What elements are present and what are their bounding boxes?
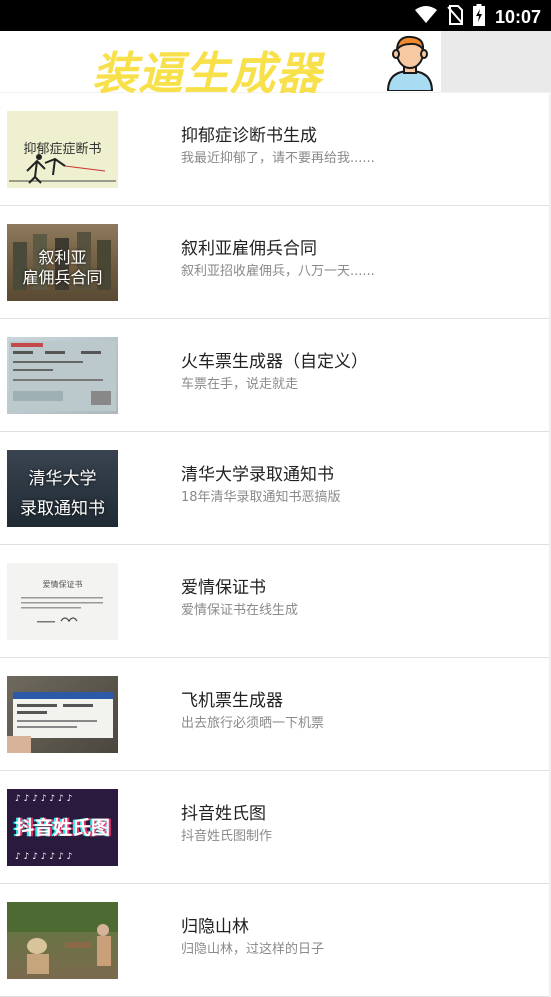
countryside-thumb (7, 902, 118, 979)
wifi-icon (414, 6, 437, 28)
admission-letter-thumb: 清华大学 录取通知书 (7, 450, 118, 527)
list-item-mercenary[interactable]: 叙利亚 雇佣兵合同 叙利亚雇佣兵合同 叙利亚招收雇佣兵，八万一天...... (0, 206, 549, 319)
douyin-thumb: 抖音姓氏图 ♪ ♪ ♪ ♪ ♪ ♪ ♪ ♪ ♪ ♪ ♪ ♪ ♪ ♪ (7, 789, 118, 866)
item-subtitle: 18年清华录取通知书恶搞版 (181, 490, 341, 505)
no-sim-icon (447, 5, 463, 29)
item-title: 叙利亚雇佣兵合同 (181, 239, 317, 259)
item-title: 飞机票生成器 (181, 691, 283, 711)
header-right-panel (441, 31, 551, 92)
thumb-caption-1: 清华大学 (28, 469, 97, 489)
list-item-love-letter[interactable]: 爱情保证书 爱情保证书 爱情保证书在线生成 (0, 545, 549, 658)
thumb-caption-2: 录取通知书 (20, 499, 105, 519)
train-ticket-thumb (7, 337, 118, 414)
soldiers-thumb: 叙利亚 雇佣兵合同 (7, 224, 118, 301)
svg-text:♪ ♪ ♪ ♪ ♪ ♪ ♪: ♪ ♪ ♪ ♪ ♪ ♪ ♪ (15, 852, 72, 862)
list-item-tsinghua[interactable]: 清华大学 录取通知书 清华大学录取通知书 18年清华录取通知书恶搞版 (0, 432, 549, 545)
list-item-countryside[interactable]: 归隐山林 归隐山林，过这样的日子 (0, 884, 549, 997)
list-item-train-ticket[interactable]: 火车票生成器（自定义） 车票在手，说走就走 (0, 319, 549, 432)
item-title: 清华大学录取通知书 (181, 465, 334, 485)
battery-charging-icon (472, 4, 485, 30)
boarding-pass-thumb (7, 676, 118, 753)
item-title: 抑郁症诊断书生成 (181, 126, 317, 146)
item-subtitle: 爱情保证书在线生成 (181, 603, 299, 618)
app-header: 装逼生成器 (0, 31, 551, 100)
item-title: 爱情保证书 (181, 578, 266, 598)
love-letter-thumb: 爱情保证书 (7, 563, 118, 640)
item-subtitle: 抖音姓氏图制作 (181, 829, 273, 844)
item-subtitle: 出去旅行必须晒一下机票 (181, 716, 325, 731)
list-item-douyin[interactable]: 抖音姓氏图 ♪ ♪ ♪ ♪ ♪ ♪ ♪ ♪ ♪ ♪ ♪ ♪ ♪ ♪ 抖音姓氏图 … (0, 771, 549, 884)
item-subtitle: 归隐山林，过这样的日子 (181, 942, 325, 957)
depression-thumb: 抑郁症症断书 (7, 111, 118, 188)
user-avatar-icon[interactable] (380, 33, 440, 92)
list-item-boarding-pass[interactable]: 飞机票生成器 出去旅行必须晒一下机票 (0, 658, 549, 771)
status-bar: 10:07 (0, 0, 551, 31)
item-subtitle: 车票在手，说走就走 (181, 377, 299, 392)
svg-text:♪ ♪ ♪ ♪ ♪ ♪ ♪: ♪ ♪ ♪ ♪ ♪ ♪ ♪ (15, 794, 72, 804)
item-title: 火车票生成器（自定义） (181, 352, 368, 372)
item-title: 归隐山林 (181, 917, 249, 937)
thumb-caption-2: 雇佣兵合同 (22, 268, 103, 287)
list-item-depression[interactable]: 抑郁症症断书 抑郁症诊断书生成 我最近抑郁了，请不要再给我...... (0, 93, 549, 206)
status-time: 10:07 (494, 6, 541, 27)
item-title: 抖音姓氏图 (181, 804, 266, 824)
item-subtitle: 叙利亚招收雇佣兵，八万一天...... (181, 264, 375, 279)
item-subtitle: 我最近抑郁了，请不要再给我...... (181, 151, 375, 166)
